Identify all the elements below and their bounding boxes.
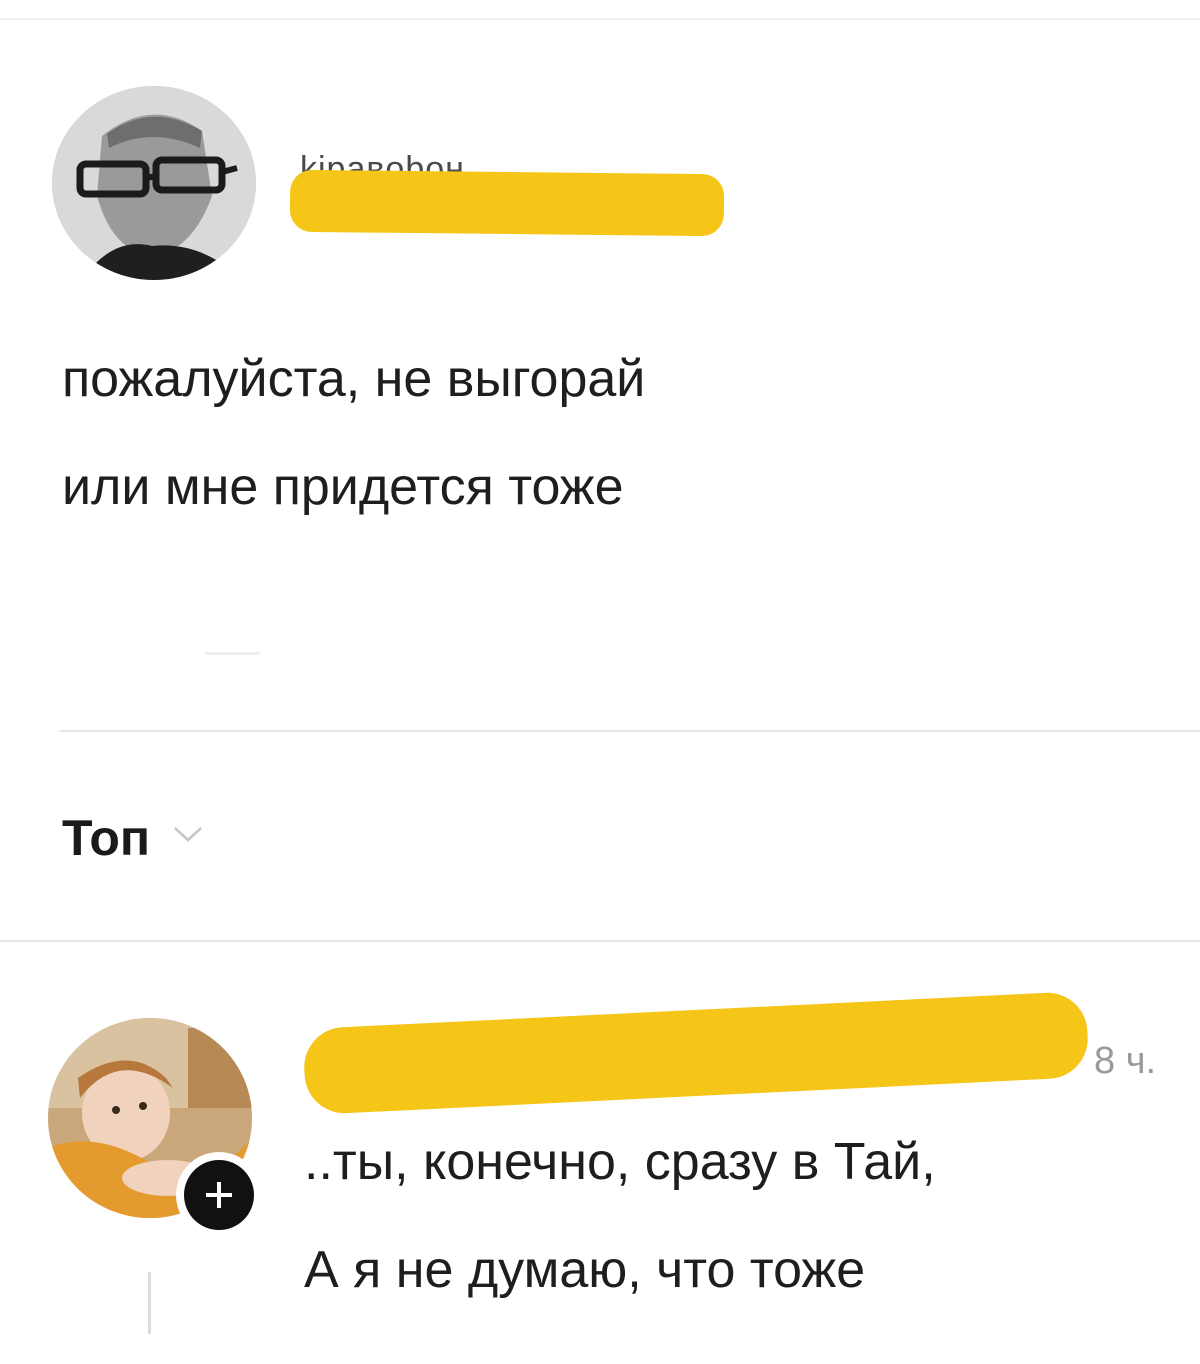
plus-icon xyxy=(184,1160,254,1230)
top-divider xyxy=(0,18,1200,20)
post-divider xyxy=(60,730,1200,732)
username-redaction xyxy=(302,990,1090,1116)
post-text-line: или мне придется тоже xyxy=(62,458,624,516)
sort-label: Топ xyxy=(62,810,151,866)
comment-text-line: А я не думаю, что тоже xyxy=(304,1241,866,1299)
comment-sort-selector[interactable]: Топ xyxy=(62,808,204,868)
faint-mark xyxy=(205,652,260,655)
follow-button[interactable] xyxy=(176,1152,262,1238)
comment-timestamp: 8 ч. xyxy=(1094,1040,1157,1082)
username-redaction xyxy=(289,169,725,237)
comments-divider xyxy=(0,940,1200,942)
post-author-avatar[interactable] xyxy=(52,86,256,280)
comment-text-line: ..ты, конечно, сразу в Тай, xyxy=(304,1133,936,1191)
chevron-down-icon xyxy=(172,824,204,849)
reply-thread-line xyxy=(148,1272,151,1334)
post-text-line: пожалуйста, не выгорай xyxy=(62,350,646,408)
